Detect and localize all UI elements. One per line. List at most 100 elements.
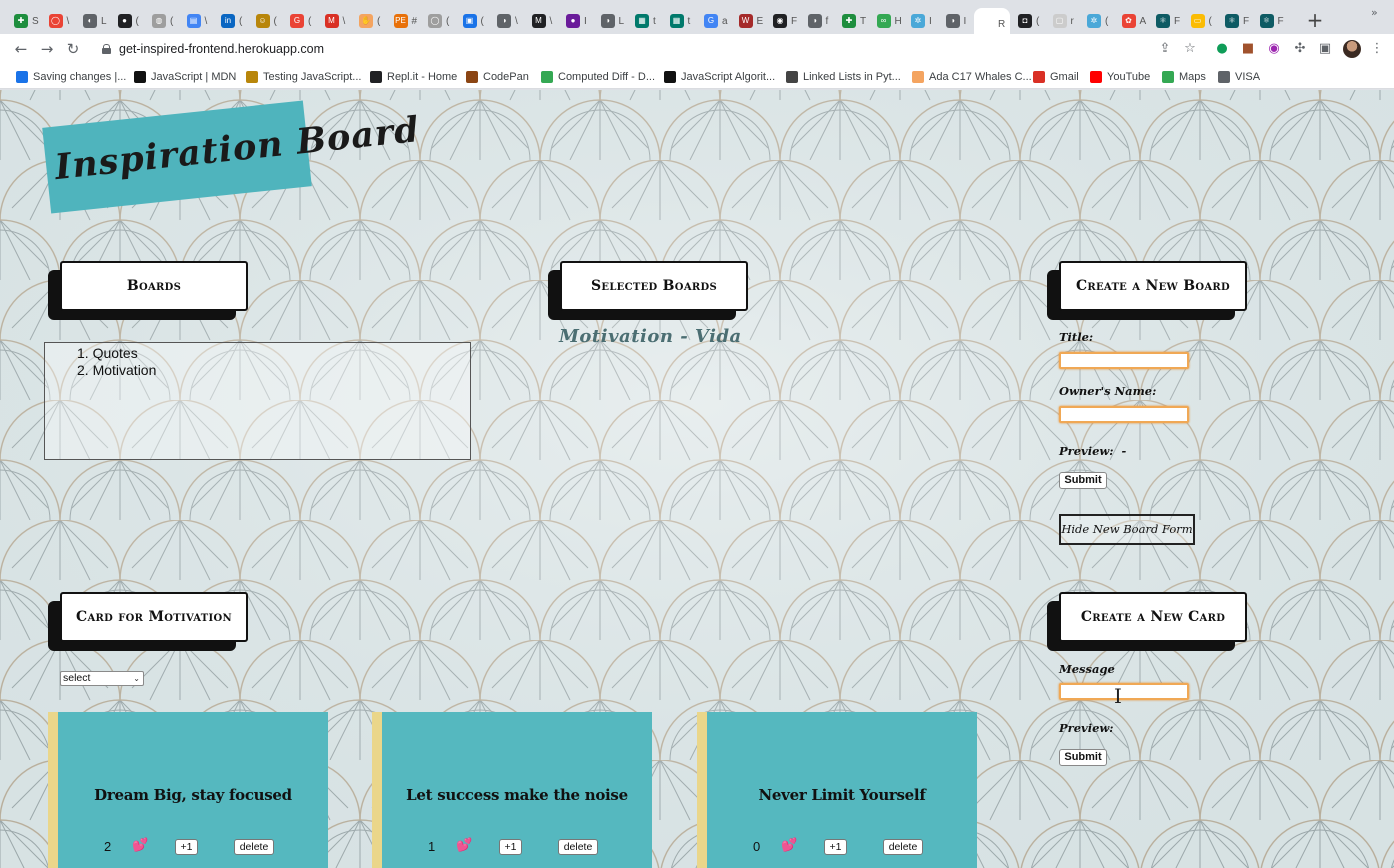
cards-header: Card for Motivation	[48, 592, 248, 651]
bookmarks-overflow-icon[interactable]: »	[1371, 6, 1378, 19]
forward-arrow-icon[interactable]: →	[38, 40, 56, 58]
browser-tab[interactable]: ◘(	[1012, 8, 1046, 34]
new-tab-button[interactable]: +	[1305, 10, 1325, 30]
browser-tab[interactable]: in (	[215, 8, 249, 34]
back-arrow-icon[interactable]: ←	[12, 40, 30, 58]
tab-favicon-icon: ☺	[255, 14, 270, 28]
profile-avatar[interactable]	[1343, 40, 1361, 58]
browser-tab[interactable]: WE	[733, 8, 767, 34]
bookmark-item[interactable]: JavaScript Algorit...	[664, 69, 775, 84]
browser-tab[interactable]: ✲(	[1081, 8, 1115, 34]
bookmark-item[interactable]: Saving changes |...	[16, 69, 126, 84]
bookmark-item[interactable]: CodePan	[466, 69, 529, 84]
tab-favicon-icon: ✿	[1121, 14, 1136, 28]
sort-select[interactable]: select ⌄	[60, 671, 144, 686]
browser-tab[interactable]: ◉ F	[767, 8, 801, 34]
bookmark-favicon-icon	[466, 70, 478, 83]
menu-kebab-icon[interactable]: ⋮	[1369, 41, 1385, 57]
hide-board-form-button[interactable]: Hide New Board Form	[1059, 514, 1195, 545]
grammarly-extension-icon[interactable]: ●	[1214, 41, 1230, 57]
browser-tab[interactable]: ▢ r	[1047, 8, 1081, 34]
bookmark-item[interactable]: Linked Lists in Pyt...	[786, 69, 901, 84]
board-item-quotes[interactable]: 1. Quotes	[77, 345, 470, 362]
browser-tab[interactable]: ✋(	[353, 8, 387, 34]
message-input[interactable]	[1059, 683, 1189, 700]
tab-label: (	[1036, 15, 1040, 27]
bookmark-item[interactable]: JavaScript | MDN	[134, 69, 236, 84]
browser-tab[interactable]: ✚ T	[836, 8, 870, 34]
bookmark-item[interactable]: Repl.it - Home	[370, 69, 457, 84]
plus-one-button[interactable]: +1	[175, 839, 198, 855]
share-icon[interactable]: ⇪	[1157, 41, 1173, 57]
delete-card-button[interactable]: delete	[234, 839, 274, 855]
tab-favicon-icon: ◑	[497, 14, 511, 28]
browser-tab[interactable]: ◯ \	[43, 8, 77, 34]
board-item-motivation[interactable]: 2. Motivation	[77, 362, 470, 379]
bookmark-item[interactable]: Ada C17 Whales C...	[912, 69, 1032, 84]
submit-board-button[interactable]: Submit	[1059, 472, 1107, 489]
close-tab-icon[interactable]: ✕	[1009, 18, 1010, 31]
bookmark-item[interactable]: YouTube	[1090, 69, 1150, 84]
tab-favicon-icon: ◐	[83, 14, 97, 28]
browser-tab[interactable]: ◑ I	[940, 8, 974, 34]
bookmark-item[interactable]: VISA	[1218, 69, 1260, 84]
browser-tab[interactable]: ◍(	[146, 8, 180, 34]
tab-label: \	[204, 15, 208, 27]
bookmark-item[interactable]: Maps	[1162, 69, 1206, 84]
side-panel-icon[interactable]: ▣	[1317, 41, 1333, 57]
url-text: get-inspired-frontend.herokuapp.com	[119, 42, 324, 56]
browser-tab[interactable]: ✿ A	[1116, 8, 1150, 34]
browser-tab[interactable]: ▦ t	[629, 8, 663, 34]
tab-label: T	[860, 15, 867, 27]
browser-tab[interactable]: ●(	[112, 8, 146, 34]
browser-tab[interactable]: ▣(	[457, 8, 491, 34]
plus-one-button[interactable]: +1	[824, 839, 847, 855]
broadcast-extension-icon[interactable]: ◉	[1266, 41, 1282, 57]
browser-tab[interactable]: ▤ \	[181, 8, 215, 34]
bookmark-item[interactable]: Computed Diff - D...	[541, 69, 655, 84]
browser-tab[interactable]: ▦ t	[664, 8, 698, 34]
bookmark-favicon-icon	[1090, 70, 1102, 83]
bookmark-star-icon[interactable]: ☆	[1182, 41, 1198, 57]
title-label: Title:	[1059, 330, 1094, 344]
tab-label: (	[170, 15, 174, 27]
bookmark-label: JavaScript | MDN	[151, 70, 237, 83]
bookmark-item[interactable]: Gmail	[1033, 69, 1079, 84]
tab-label: \	[515, 15, 518, 27]
browser-tab[interactable]: ∞ H	[871, 8, 905, 34]
browser-tab[interactable]: ✚ S	[8, 8, 42, 34]
browser-tab[interactable]: ◯(	[422, 8, 456, 34]
browser-tab[interactable]: ◑ \	[491, 8, 525, 34]
browser-tab[interactable]: ◑ L	[595, 8, 629, 34]
submit-card-button[interactable]: Submit	[1059, 749, 1107, 766]
tab-label: S	[32, 15, 39, 27]
extension-icon[interactable]: ■	[1240, 41, 1256, 57]
owner-name-input[interactable]	[1059, 406, 1189, 423]
delete-card-button[interactable]: delete	[558, 839, 598, 855]
delete-card-button[interactable]: delete	[883, 839, 923, 855]
extensions-puzzle-icon[interactable]: ✣	[1292, 41, 1308, 57]
browser-tab[interactable]: ▭(	[1185, 8, 1219, 34]
tab-label: H	[894, 15, 902, 27]
browser-tab[interactable]: ⚛ F	[1254, 8, 1288, 34]
browser-tab[interactable]: ◐ L	[77, 8, 111, 34]
plus-one-button[interactable]: +1	[499, 839, 522, 855]
bookmark-favicon-icon	[664, 70, 676, 83]
browser-tab[interactable]: Ga	[698, 8, 732, 34]
browser-tab[interactable]: ● I	[560, 8, 594, 34]
browser-tab[interactable]: M \	[526, 8, 560, 34]
browser-tab[interactable]: ☺(	[250, 8, 284, 34]
browser-tab[interactable]: ◑ f	[802, 8, 836, 34]
tab-label: \	[549, 15, 553, 27]
title-input[interactable]	[1059, 352, 1189, 369]
browser-tab[interactable]: ⚛ F	[1219, 8, 1253, 34]
browser-tab[interactable]: M \	[319, 8, 353, 34]
browser-tab[interactable]: ⚛ F	[1150, 8, 1184, 34]
browser-tab[interactable]: G(	[284, 8, 318, 34]
bookmarks-bar: Saving changes |... JavaScript | MDN Testi…	[0, 64, 1394, 89]
browser-tab[interactable]: PE #	[388, 8, 422, 34]
browser-tab[interactable]: ✲ I	[905, 8, 939, 34]
bookmark-item[interactable]: Testing JavaScript...	[246, 69, 361, 84]
address-bar[interactable]: get-inspired-frontend.herokuapp.com	[94, 38, 1204, 60]
reload-icon[interactable]: ↻	[64, 40, 82, 58]
